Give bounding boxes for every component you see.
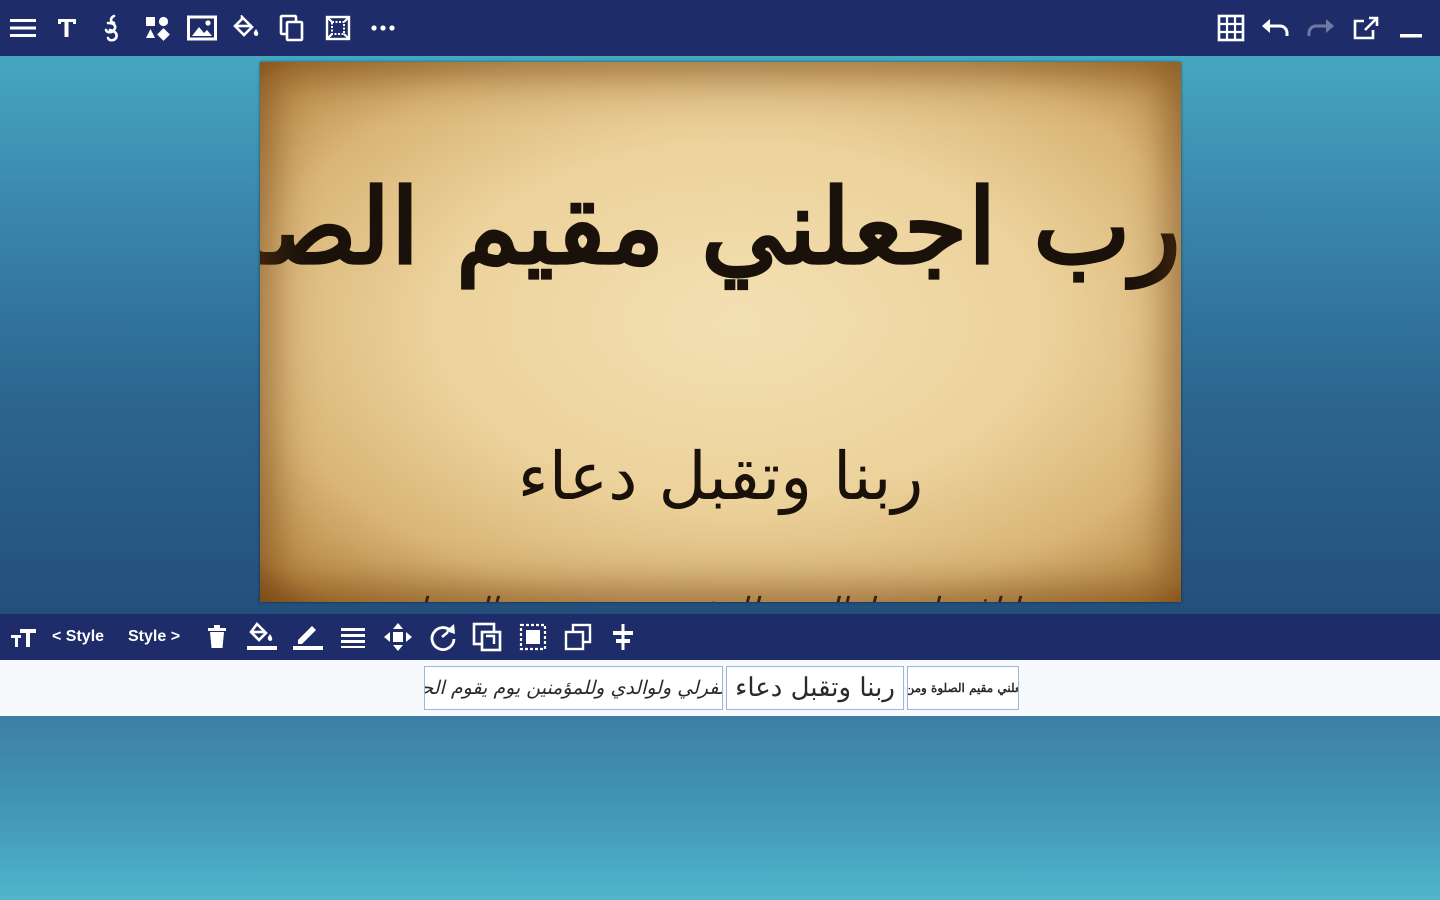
grid-icon[interactable] [1213, 10, 1249, 46]
line-weight-icon[interactable] [335, 619, 371, 655]
calligraphy-text-3[interactable]: ربنا اغفرلي ولوالدي وللمؤمنين يوم يقوم ا… [260, 582, 1181, 602]
top-toolbar [0, 0, 1440, 56]
fill-bucket-icon[interactable] [229, 10, 265, 46]
text-size-icon[interactable] [6, 619, 42, 655]
copy-page-icon[interactable] [274, 10, 310, 46]
frame-icon[interactable] [320, 10, 356, 46]
align-center-icon[interactable] [605, 619, 641, 655]
design-canvas[interactable]: رب اجعلني مقيم الصلوة ومن ذريتي ربنا وتق… [260, 62, 1181, 602]
calligraphy-text-2[interactable]: ربنا وتقبل دعاء [260, 422, 1181, 532]
bring-forward-icon[interactable] [515, 619, 551, 655]
previous-style-button[interactable]: < Style [52, 626, 104, 648]
redo-icon [1303, 10, 1339, 46]
calligraphy-text-1[interactable]: رب اجعلني مقيم الصلوة ومن ذريتي [260, 157, 1181, 297]
layers-thumbnail-strip: ربنا اغفرلي ولوالدي وللمؤمنين يوم يقوم ا… [0, 660, 1440, 716]
share-icon[interactable] [1348, 10, 1384, 46]
fill-color-icon[interactable] [244, 619, 280, 655]
menu-icon[interactable] [5, 10, 41, 46]
move-icon[interactable] [380, 619, 416, 655]
edit-toolbar: < Style Style > [0, 614, 1440, 660]
text-icon[interactable] [49, 10, 85, 46]
pen-color-icon[interactable] [290, 619, 326, 655]
resize-icon[interactable] [469, 619, 505, 655]
shapes-icon[interactable] [139, 10, 175, 46]
symbol-icon[interactable] [94, 10, 130, 46]
layer-thumbnail-2[interactable]: ربنا وتقبل دعاء [726, 666, 904, 710]
undo-icon[interactable] [1257, 10, 1293, 46]
workspace-background-lower [0, 716, 1440, 900]
more-icon[interactable] [365, 10, 401, 46]
layer-thumbnail-3[interactable]: ربنا اغفرلي ولوالدي وللمؤمنين يوم يقوم ا… [424, 666, 723, 710]
minimize-icon[interactable] [1393, 10, 1429, 46]
image-icon[interactable] [184, 10, 220, 46]
duplicate-icon[interactable] [560, 619, 596, 655]
layer-thumbnail-1[interactable]: رب اجعلني مقيم الصلوة ومن ذريتي [907, 666, 1019, 710]
delete-icon[interactable] [199, 619, 235, 655]
next-style-button[interactable]: Style > [128, 626, 180, 648]
rotate-icon[interactable] [424, 619, 460, 655]
